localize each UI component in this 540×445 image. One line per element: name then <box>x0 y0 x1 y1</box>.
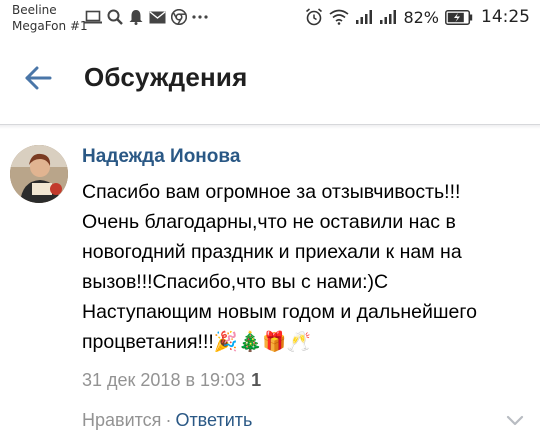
status-bar: Beeline MegaFon #1 82% 14:25 <box>0 0 540 40</box>
signal-icon <box>356 10 373 24</box>
more-icon <box>192 15 208 19</box>
avatar[interactable] <box>10 145 68 203</box>
arrow-left-icon <box>25 66 52 90</box>
reply-button[interactable]: Ответить <box>175 410 252 431</box>
battery-percent: 82% <box>403 7 439 27</box>
comment-meta: 31 дек 2018 в 19:03 1 <box>82 370 261 391</box>
chevron-down-icon <box>506 415 524 426</box>
notification-icons <box>84 9 208 25</box>
clock: 14:25 <box>481 7 530 27</box>
battery-icon <box>445 9 473 25</box>
like-button[interactable]: Нравится <box>82 410 161 431</box>
carrier-line-2: MegaFon #1 <box>12 19 88 33</box>
comment-text: Спасибо вам огромное за отзывчивость!!! … <box>82 181 477 353</box>
toolbar: Обсуждения <box>0 40 540 116</box>
back-button[interactable] <box>18 58 58 98</box>
reply-count[interactable]: 1 <box>251 370 261 391</box>
carrier-line-1: Beeline <box>12 3 57 17</box>
toolbar-shadow <box>0 125 540 129</box>
search-icon <box>107 9 123 25</box>
avatar-photo <box>10 145 68 203</box>
comment-date[interactable]: 31 дек 2018 в 19:03 <box>82 370 245 391</box>
bell-icon <box>129 10 143 25</box>
chrome-icon <box>171 9 187 25</box>
laptop-icon <box>84 10 102 24</box>
comment-author[interactable]: Надежда Ионова <box>82 146 240 168</box>
wifi-icon <box>329 9 349 25</box>
mail-icon <box>149 10 166 23</box>
page-title: Обсуждения <box>84 62 248 92</box>
comment-actions: Нравится · Ответить <box>82 410 252 431</box>
carrier-info: Beeline MegaFon #1 <box>12 2 88 34</box>
expand-button[interactable] <box>506 414 524 432</box>
alarm-icon <box>306 8 323 26</box>
system-icons: 82% 14:25 <box>305 7 530 27</box>
signal-icon-2 <box>380 10 397 24</box>
action-separator: · <box>165 410 172 430</box>
